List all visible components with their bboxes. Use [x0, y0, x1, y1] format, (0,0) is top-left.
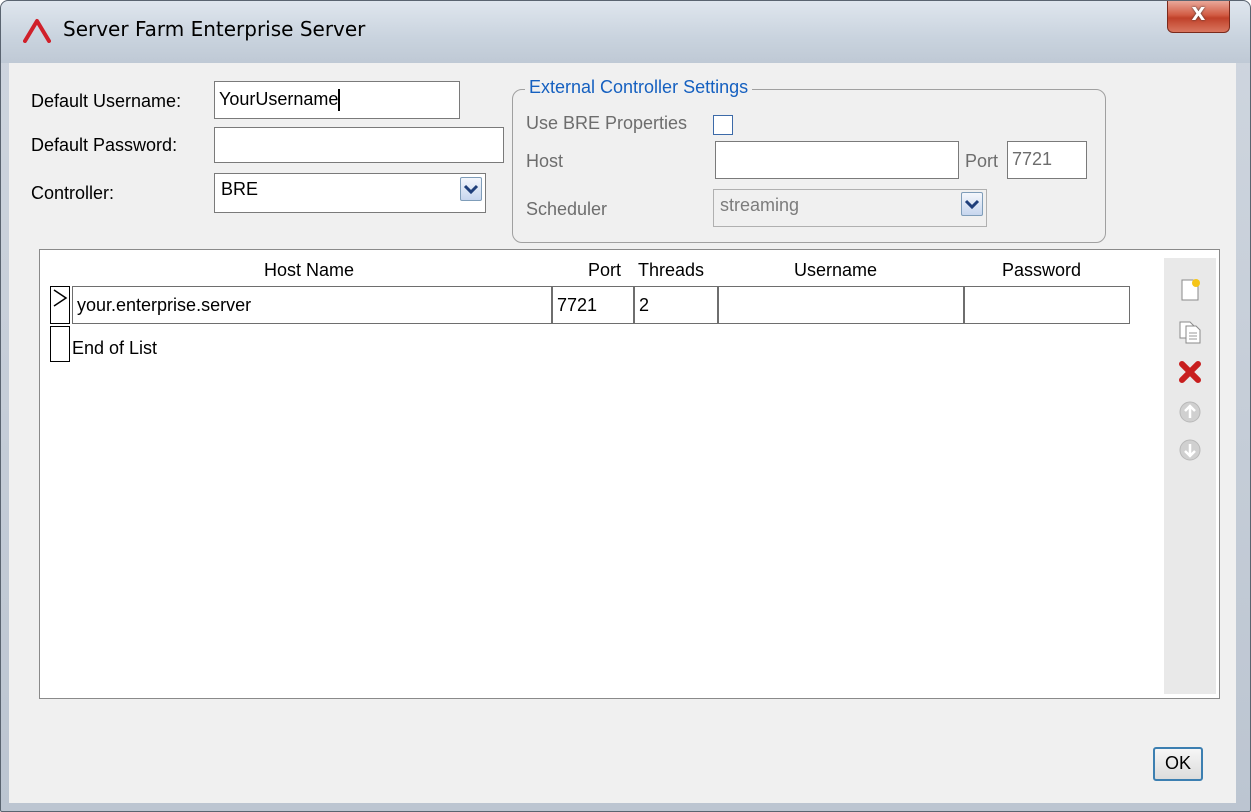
copy-icon[interactable] [1178, 320, 1202, 344]
text-caret [338, 89, 341, 112]
default-username-label: Default Username: [31, 91, 182, 111]
external-host-input[interactable] [715, 141, 959, 179]
controller-dropdown-button[interactable] [460, 177, 482, 201]
grid-toolbar [1164, 258, 1216, 694]
scheduler-label: Scheduler [526, 199, 608, 219]
cell-password[interactable] [964, 286, 1130, 324]
scheduler-select[interactable]: streaming [713, 189, 987, 227]
cell-username[interactable] [718, 286, 964, 324]
cell-host-name[interactable]: your.enterprise.server [72, 286, 552, 324]
window-title: Server Farm Enterprise Server [63, 17, 366, 41]
cell-threads[interactable]: 2 [634, 286, 718, 324]
external-controller-legend: External Controller Settings [525, 77, 753, 98]
chevron-down-icon [463, 184, 479, 195]
use-bre-properties-checkbox[interactable] [713, 115, 733, 135]
host-label: Host [526, 151, 564, 171]
close-icon: X [1191, 4, 1206, 25]
close-button[interactable]: X [1167, 1, 1230, 33]
app-logo-icon [23, 19, 51, 43]
move-up-icon[interactable] [1178, 400, 1202, 424]
row-indicator-current[interactable] [50, 286, 70, 324]
current-row-arrow-icon [53, 289, 68, 307]
new-item-icon[interactable] [1178, 278, 1202, 302]
delete-icon[interactable] [1178, 360, 1202, 384]
scheduler-value: streaming [720, 195, 800, 215]
column-header-password[interactable]: Password [1002, 260, 1081, 281]
cell-port[interactable]: 7721 [552, 286, 634, 324]
dialog-window: Server Farm Enterprise Server X Default … [0, 0, 1251, 812]
controller-value: BRE [221, 179, 259, 199]
default-password-label: Default Password: [31, 135, 178, 155]
server-grid: Host Name Port Threads Username Password… [39, 249, 1220, 699]
chevron-down-icon [964, 199, 980, 210]
row-indicator-end[interactable] [50, 326, 70, 362]
title-bar[interactable]: Server Farm Enterprise Server X [1, 1, 1250, 63]
default-username-value: YourUsername [219, 89, 339, 109]
default-username-input[interactable]: YourUsername [214, 81, 460, 119]
move-down-icon[interactable] [1178, 438, 1202, 462]
default-password-input[interactable] [214, 127, 504, 163]
scheduler-dropdown-button[interactable] [961, 192, 983, 216]
ok-button[interactable]: OK [1153, 747, 1203, 781]
column-header-username[interactable]: Username [794, 260, 877, 281]
use-bre-properties-label: Use BRE Properties [526, 113, 688, 133]
controller-label: Controller: [31, 183, 115, 203]
port-label: Port [965, 151, 999, 171]
column-header-port[interactable]: Port [588, 260, 621, 281]
external-port-value: 7721 [1012, 149, 1053, 169]
end-of-list-label: End of List [72, 338, 158, 358]
controller-select[interactable]: BRE [214, 173, 486, 213]
dialog-client-area: Default Username: YourUsername Default P… [9, 63, 1236, 803]
column-header-host-name[interactable]: Host Name [264, 260, 354, 281]
external-port-input[interactable]: 7721 [1007, 141, 1087, 179]
column-header-threads[interactable]: Threads [638, 260, 704, 281]
